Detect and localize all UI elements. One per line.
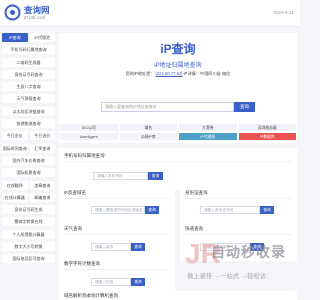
sidebar-row: iP查询 iP代理池 [2,33,55,42]
sidebar-item[interactable]: 以太坊区块链查询 [2,106,55,116]
sidebar-row: 国内汽车价格查询 [2,155,55,165]
sidebar-row: 天气预报查询 [2,94,55,104]
sidebar-item[interactable]: iP代理池 [29,33,55,42]
digit-button[interactable]: 查询 [131,278,145,286]
quick-tag[interactable]: 公网iP库 [118,132,178,141]
ip-reverse-input[interactable]: 请输入要查询的iP地址或域名 [91,206,145,214]
current-date: 2023-6-21 [273,10,294,15]
sidebar-row: 快递物流查询 [2,119,55,129]
sidebar-item[interactable]: 身份证号码生成 [2,205,55,215]
tag-row: UserAgent 公网iP库 iP代理服 iP数据库 [59,132,297,141]
sidebar-item[interactable]: 在线计算器 [2,192,28,202]
top-header: 查询网 iP138.com 2023-6-21 [0,0,300,27]
sidebar-item[interactable]: 身份证号码查询 [2,69,55,79]
sidebar-row: 数字大小写转换 [2,242,55,252]
ip-reverse-button[interactable]: 查询 [145,206,159,214]
page-subtitle: iP地址归属地查询 [154,63,202,69]
site-domain: iP138.com [24,15,46,20]
sidebar-item[interactable]: 天气预报查询 [2,94,55,104]
ip-prefix: 您的iP地址是： [125,71,155,76]
quick-tag[interactable]: iP数据库 [237,132,297,141]
divider [185,234,292,235]
quick-tag[interactable]: 域名 [118,123,178,132]
sidebar-row: 繁体字转换在线 [2,217,55,227]
sidebar-item[interactable]: 繁体字转换在线 [2,217,55,227]
divider [64,198,170,199]
weather-panel: 天气查询 请输入城市 查询 [59,221,175,261]
sidebar-row: 今日金价 今日油价 [2,131,55,141]
main-content: iP查询 iP地址归属地查询 您的iP地址是： [222.60.77.62] i… [59,33,297,300]
sidebar-row: 在线翻译 违章查询 [2,180,55,190]
sidebar-row: 二维码生成器 [2,57,55,67]
sidebar-row: 国际时间查询 汇率查询 [2,143,55,153]
tag-row: iDC公司 域名 大宽带 深圳服务器 [59,123,297,132]
sidebar-row: 生辰八字查询 [2,82,55,92]
ip-detail: iP详情：中国四川省 电信 [183,71,231,76]
sidebar-item[interactable]: 违章查询 [29,180,55,190]
phone-input[interactable]: 请输入手机号码 [93,172,148,180]
sidebar-item[interactable]: 快递物流查询 [2,119,55,129]
quick-tag[interactable]: 大宽带 [178,123,238,132]
sidebar-item[interactable]: 二维码生成器 [2,57,55,67]
sidebar-item[interactable]: 今日金价 [2,131,28,141]
sidebar-row: 国际机票查询 [2,168,55,178]
sidebar-item[interactable]: 生辰八字查询 [2,82,55,92]
sidebar-item[interactable]: 手机号码归属地查询 [2,45,55,55]
sidebar-item[interactable]: 今日油价 [29,131,55,141]
watermark-slogan: 做上录排 →一站式 →轻松访 [187,273,267,280]
your-ip-line: 您的iP地址是： [222.60.77.62] iP详情：中国四川省 电信 [59,71,297,77]
panel-title: iP反查域名 [64,190,87,195]
sidebar-row: 身份证号码查询 [2,69,55,79]
ip-search-input[interactable]: 请输入要查询的iP地址或域名 [101,102,234,112]
watermark: JR 自动秒收录 做上录排 →一站式 →轻松访 [185,238,297,298]
divider [64,269,170,270]
sidebar-item[interactable]: 邮编查询 [29,192,55,202]
quick-tag[interactable]: UserAgent [59,132,119,141]
quick-tag[interactable]: iDC公司 [59,123,119,132]
divider [64,161,292,162]
sidebar-row: 以太坊区块链查询 [2,106,55,116]
watermark-brand: 自动秒收录 [211,244,286,260]
sidebar-row: 个人所得税计算器 [2,229,55,239]
sidebar-row: 身份证号码生成 [2,205,55,215]
sidebar-row: 在线计算器 邮编查询 [2,192,55,202]
logo-icon[interactable] [4,4,21,21]
digit-input[interactable]: 请输入内容 [91,278,131,286]
panel-title: 快递查询 [185,226,203,231]
sidebar-row: 国际电话区号查询 [2,254,55,264]
sidebar: iP查询 iP代理池 手机号码归属地查询 二维码生成器 身份证号码查询 生辰八字查询 天气预… [2,33,55,267]
quick-tag[interactable]: 深圳服务器 [237,123,297,132]
quick-tags: iDC公司 域名 大宽带 深圳服务器 UserAgent 公网iP库 iP代理服 iP数据库 [59,123,297,141]
quick-tag[interactable]: iP代理服 [178,132,238,141]
sidebar-item[interactable]: 汇率查询 [29,143,55,153]
sidebar-item[interactable]: 国际时间查询 [2,143,28,153]
page-title: iP查询 [160,42,196,56]
panel-title: 域名解析到本地计算机查询 [64,293,118,298]
sidebar-item[interactable]: 个人所得税计算器 [2,229,55,239]
ip-query-card: iP查询 iP地址归属地查询 您的iP地址是： [222.60.77.62] i… [59,33,297,143]
ip-value-link[interactable]: [222.60.77.62] [156,71,183,76]
sidebar-item[interactable]: 在线翻译 [2,180,28,190]
ip-search-button[interactable]: 查询 [234,102,255,112]
panel-title: 数字字符计数查询 [64,261,100,266]
panel-title: 手机号码归属地查询 [64,153,105,158]
digit-panel: 数字字符计数查询 请输入内容 查询 [59,256,175,292]
sidebar-item[interactable]: 数字大小写转换 [2,242,55,252]
phone-query-panel: 手机号码归属地查询 请输入手机号码 查询 [59,148,297,190]
panel-title: 天气查询 [64,226,82,231]
sidebar-item[interactable]: 国际电话区号查询 [2,254,55,264]
sidebar-item[interactable]: iP查询 [2,33,28,42]
sidebar-item[interactable]: 国内汽车价格查询 [2,155,55,165]
sidebar-row: 手机号码归属地查询 [2,45,55,55]
idcard-button[interactable]: 查询 [260,206,274,214]
idcard-input[interactable]: 请输入身份证号码 [200,206,260,214]
phone-query-button[interactable]: 查询 [148,172,163,180]
divider [185,198,292,199]
divider [64,234,170,235]
sidebar-item[interactable]: 国际机票查询 [2,168,55,178]
panel-title: 身份证查询 [185,190,208,195]
weather-button[interactable]: 查询 [131,243,145,251]
weather-input[interactable]: 请输入城市 [91,243,131,251]
